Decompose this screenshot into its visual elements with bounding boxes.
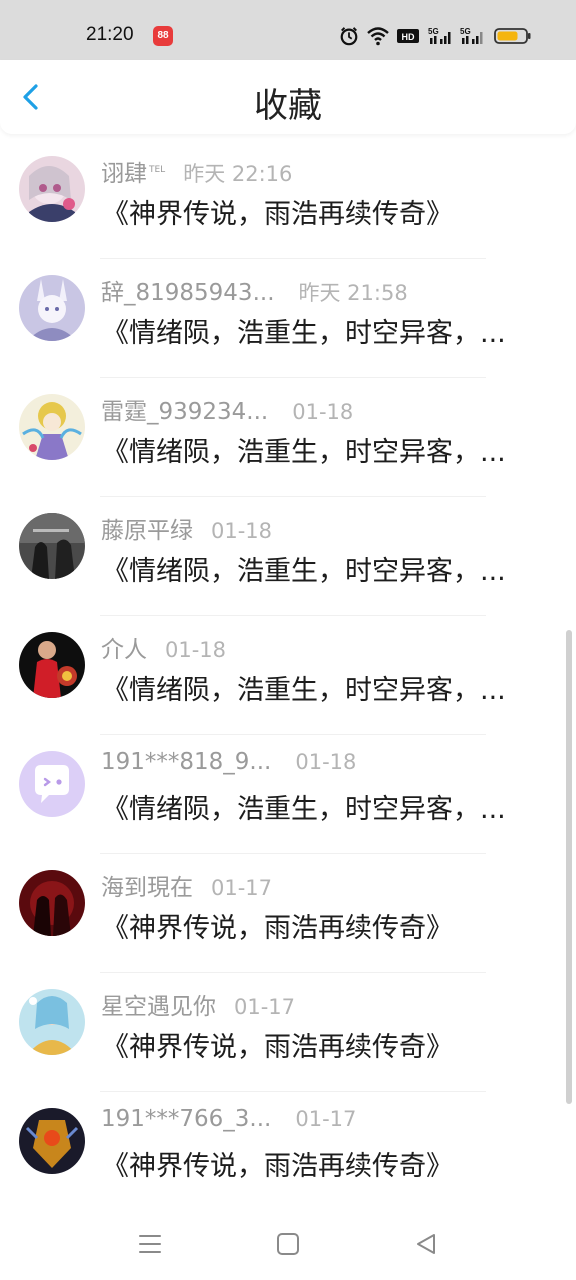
signal-5g-icon: 5G [460,27,483,44]
svg-text:5G: 5G [428,27,439,36]
item-time: 01-17 [234,995,296,1019]
app-notification-icon: 88 [153,26,173,46]
avatar [19,989,85,1055]
list-item[interactable]: 辞_81985943... 昨天 21:58 《情绪陨，浩重生，时空异客，... [0,259,576,378]
status-bar: 21:20 88 HD 5G 5G [0,0,576,60]
item-time: 01-17 [295,1107,357,1131]
hd-icon: HD [397,29,419,43]
user-name: 191***766_3... [101,1106,272,1132]
scrollbar[interactable] [566,630,572,1104]
item-time: 01-17 [211,876,273,900]
user-name: 辞_81985943... [101,280,275,306]
favorites-list: 诩肆 TEL 昨天 22:16 《神界传说，雨浩再续传奇》 辞_81985943.… [0,140,576,1211]
item-title: 《神界传说，雨浩再续传奇》 [102,1151,453,1182]
chat-bubble-avatar-icon [19,751,85,817]
user-name: 介人 [101,637,147,663]
home-square-icon[interactable] [274,1230,302,1258]
user-name: 191***818_9... [101,749,272,775]
svg-text:5G: 5G [460,27,471,36]
page-title: 收藏 [254,86,322,126]
avatar [19,156,85,222]
item-time: 昨天 22:16 [183,162,293,186]
alarm-icon [340,27,358,46]
avatar [19,394,85,460]
header: 收藏 [0,60,576,134]
user-name: 雷霆_939234... [101,399,269,425]
item-title: 《情绪陨，浩重生，时空异客，... [102,556,506,587]
item-title: 《情绪陨，浩重生，时空异客，... [102,675,506,706]
list-item[interactable]: 海到現在 01-17 《神界传说，雨浩再续传奇》 [0,854,576,973]
list-item[interactable]: 介人 01-18 《情绪陨，浩重生，时空异客，... [0,616,576,735]
navigation-bar [0,1206,576,1280]
item-time: 01-18 [295,750,357,774]
avatar [19,275,85,341]
svg-text:HD: HD [402,32,415,42]
item-title: 《神界传说，雨浩再续传奇》 [102,199,453,230]
item-time: 昨天 21:58 [298,281,408,305]
item-title: 《情绪陨，浩重生，时空异客，... [102,437,506,468]
tel-badge: TEL [149,165,166,176]
menu-icon[interactable] [136,1230,164,1258]
list-item[interactable]: 191***766_3... 01-17 《神界传说，雨浩再续传奇》 [0,1092,576,1211]
list-item[interactable]: 诩肆 TEL 昨天 22:16 《神界传说，雨浩再续传奇》 [0,140,576,259]
battery-icon [494,28,531,44]
item-time: 01-18 [292,400,354,424]
user-name: 藤原平绿 [101,518,193,544]
list-item[interactable]: 星空遇见你 01-17 《神界传说，雨浩再续传奇》 [0,973,576,1092]
avatar [19,632,85,698]
item-title: 《神界传说，雨浩再续传奇》 [102,1032,453,1063]
avatar [19,513,85,579]
user-name: 诩肆 TEL [101,161,166,187]
item-title: 《情绪陨，浩重生，时空异客，... [102,318,506,349]
item-title: 《神界传说，雨浩再续传奇》 [102,913,453,944]
list-item[interactable]: 191***818_9... 01-18 《情绪陨，浩重生，时空异客，... [0,735,576,854]
signal-5g-icon: 5G [428,27,451,44]
back-triangle-icon[interactable] [412,1230,440,1258]
avatar [19,870,85,936]
status-time: 21:20 [86,24,134,45]
item-time: 01-18 [165,638,227,662]
wifi-icon [367,27,389,46]
user-name: 星空遇见你 [101,994,216,1020]
item-title: 《情绪陨，浩重生，时空异客，... [102,794,506,825]
list-item[interactable]: 藤原平绿 01-18 《情绪陨，浩重生，时空异客，... [0,497,576,616]
user-name: 海到現在 [101,875,193,901]
avatar [19,1108,85,1174]
item-time: 01-18 [211,519,273,543]
list-item[interactable]: 雷霆_939234... 01-18 《情绪陨，浩重生，时空异客，... [0,378,576,497]
